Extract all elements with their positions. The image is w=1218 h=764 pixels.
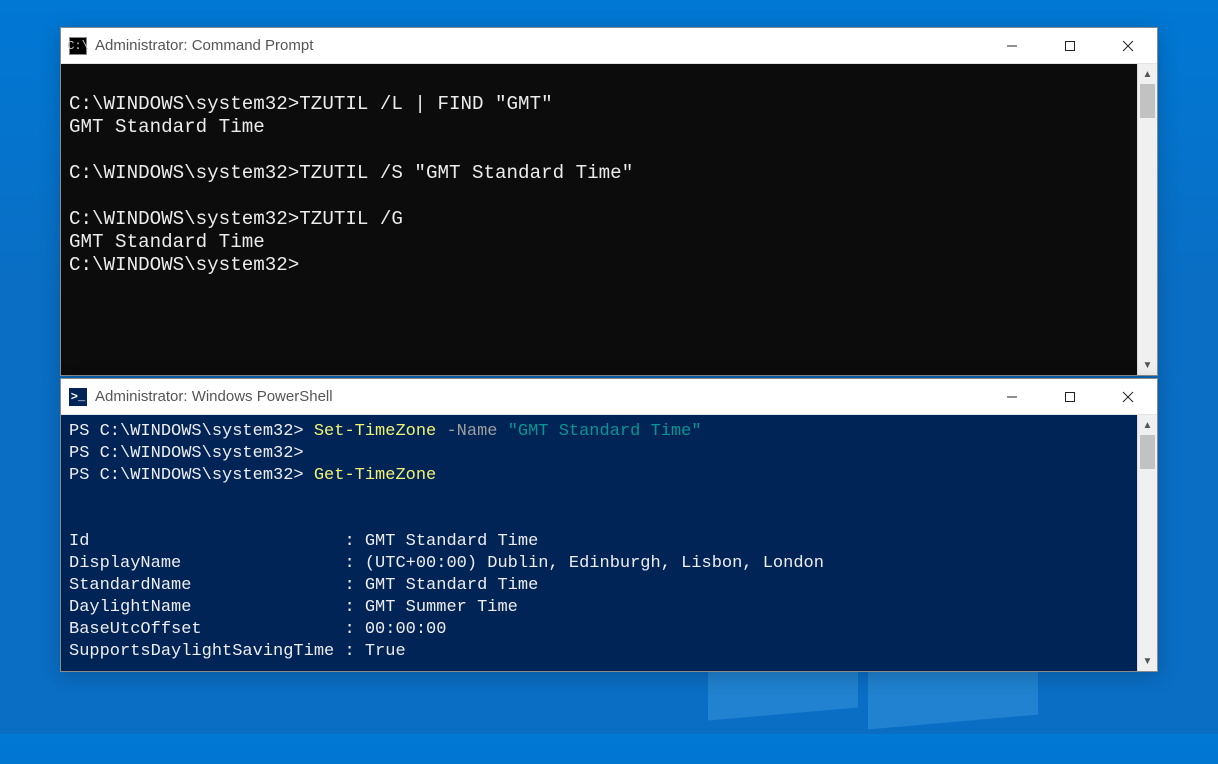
close-icon (1122, 40, 1134, 52)
scroll-up-icon[interactable]: ▲ (1138, 415, 1157, 435)
close-icon (1122, 391, 1134, 403)
cmd-title-text: Administrator: Command Prompt (95, 37, 983, 54)
maximize-button[interactable] (1041, 379, 1099, 414)
powershell-app-icon: >_ (69, 388, 87, 406)
scrollbar-thumb[interactable] (1140, 435, 1155, 469)
minimize-icon (1006, 40, 1018, 52)
ps-title-text: Administrator: Windows PowerShell (95, 388, 983, 405)
scroll-down-icon[interactable]: ▼ (1138, 355, 1157, 375)
close-button[interactable] (1099, 379, 1157, 414)
powershell-window: >_ Administrator: Windows PowerShell PS … (60, 378, 1158, 672)
scroll-up-icon[interactable]: ▲ (1138, 64, 1157, 84)
ps-terminal-output[interactable]: PS C:\WINDOWS\system32> Set-TimeZone -Na… (61, 415, 1137, 671)
cmd-terminal-output[interactable]: C:\WINDOWS\system32>TZUTIL /L | FIND "GM… (61, 64, 1137, 375)
scroll-down-icon[interactable]: ▼ (1138, 651, 1157, 671)
close-button[interactable] (1099, 28, 1157, 63)
cmd-titlebar[interactable]: C:\ Administrator: Command Prompt (61, 28, 1157, 64)
maximize-icon (1064, 40, 1076, 52)
cmd-app-icon: C:\ (69, 37, 87, 55)
ps-scrollbar[interactable]: ▲ ▼ (1137, 415, 1157, 671)
minimize-icon (1006, 391, 1018, 403)
cmd-scrollbar[interactable]: ▲ ▼ (1137, 64, 1157, 375)
minimize-button[interactable] (983, 379, 1041, 414)
minimize-button[interactable] (983, 28, 1041, 63)
cmd-window: C:\ Administrator: Command Prompt C:\WIN… (60, 27, 1158, 376)
scrollbar-thumb[interactable] (1140, 84, 1155, 118)
ps-titlebar[interactable]: >_ Administrator: Windows PowerShell (61, 379, 1157, 415)
maximize-icon (1064, 391, 1076, 403)
maximize-button[interactable] (1041, 28, 1099, 63)
